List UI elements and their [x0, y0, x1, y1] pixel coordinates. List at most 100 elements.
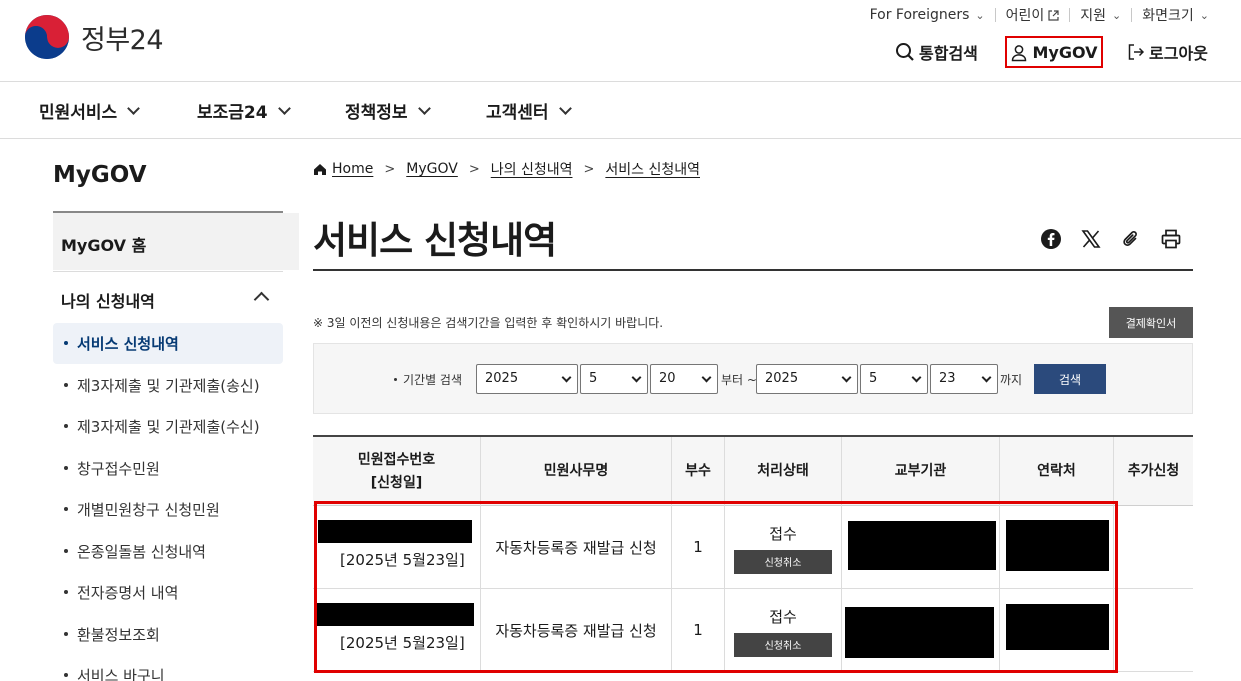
- logo[interactable]: 정부24: [23, 13, 164, 61]
- bullet-icon: [64, 383, 68, 387]
- chevron-down-icon: [417, 101, 431, 115]
- logout-label: 로그아웃: [1149, 44, 1208, 63]
- period-search-box: 기간별 검색 2025 5 20 부터 ~ 2025 5 23 까지 검색: [313, 343, 1193, 414]
- logo-text: 정부24: [81, 24, 164, 56]
- search-button[interactable]: 검색: [1034, 364, 1106, 394]
- chevron-right-icon: >: [384, 161, 396, 177]
- gnb-label: 민원서비스: [39, 103, 118, 123]
- mygov-button[interactable]: MyGOV: [1005, 36, 1103, 68]
- facebook-icon[interactable]: [1040, 228, 1062, 250]
- th-agency: 교부기관: [842, 437, 1000, 506]
- main-navigation: 민원서비스 보조금24 정책정보 고객센터: [0, 82, 1241, 139]
- sidebar-item-mygov-home[interactable]: MyGOV 홈: [53, 213, 299, 270]
- chevron-down-icon: ⌄: [1112, 8, 1122, 22]
- notice-text: ※ 3일 이전의 신청내용은 검색기간을 입력한 후 확인하시기 바랍니다.: [313, 316, 664, 330]
- gnb-customer-center[interactable]: 고객센터: [486, 98, 572, 123]
- page-title: 서비스 신청내역: [313, 219, 557, 262]
- from-month-select[interactable]: 5: [580, 364, 648, 394]
- cell-extra: [1114, 589, 1193, 671]
- sidebar-item-label: 전자증명서 내역: [77, 584, 179, 602]
- chevron-down-icon: ⌄: [975, 8, 985, 22]
- from-year-select[interactable]: 2025: [476, 364, 578, 394]
- chevron-down-icon: [701, 372, 712, 383]
- integrated-search-button[interactable]: 통합검색: [895, 36, 978, 68]
- sidebar-item-label: 서비스 신청내역: [77, 335, 179, 353]
- th-status: 처리상태: [725, 437, 842, 506]
- gnb-label: 고객센터: [486, 103, 549, 123]
- chevron-down-icon: ⌄: [1199, 8, 1209, 22]
- util-label: 어린이: [1005, 8, 1045, 24]
- util-support[interactable]: 지원 ⌄: [1070, 5, 1131, 25]
- payment-receipt-button[interactable]: 결제확인서: [1109, 307, 1193, 338]
- link-clip-icon[interactable]: [1120, 228, 1142, 250]
- th-receipt-no: 민원접수번호 [신청일]: [313, 437, 481, 506]
- taegeuk-logo-icon: [25, 15, 69, 59]
- bullet-icon: [394, 378, 397, 381]
- divider: [313, 269, 1193, 271]
- highlight-box: [314, 501, 1118, 673]
- from-word: 부터 ~: [721, 373, 757, 387]
- sidebar-item-label: 제3자제출 및 기관제출(송신): [77, 377, 260, 395]
- sidebar-item-e-certificates[interactable]: 전자증명서 내역: [62, 582, 178, 603]
- breadcrumb-mygov[interactable]: MyGOV: [406, 161, 458, 177]
- sidebar-item-all-day-care[interactable]: 온종일돌봄 신청내역: [62, 541, 206, 562]
- breadcrumb-service-applications[interactable]: 서비스 신청내역: [605, 159, 700, 179]
- util-label: 화면크기: [1142, 8, 1194, 24]
- chevron-down-icon: [558, 101, 572, 115]
- sidebar-item-third-party-sent[interactable]: 제3자제출 및 기관제출(송신): [62, 375, 260, 396]
- sidebar-item-individual-counter[interactable]: 개별민원창구 신청민원: [62, 499, 220, 520]
- util-font-size[interactable]: 화면크기 ⌄: [1132, 5, 1219, 25]
- mygov-label: MyGOV: [1032, 43, 1098, 62]
- from-day-value: 20: [659, 371, 676, 386]
- chevron-down-icon: [277, 101, 291, 115]
- sidebar-item-service-basket[interactable]: 서비스 바구니: [62, 665, 165, 681]
- from-month-value: 5: [589, 371, 598, 386]
- sidebar-item-counter-applications[interactable]: 창구접수민원: [62, 458, 160, 479]
- home-icon: [314, 163, 326, 175]
- bullet-icon: [64, 590, 68, 594]
- util-label: For Foreigners: [869, 7, 970, 23]
- chevron-up-icon: [253, 291, 270, 308]
- bullet-icon: [64, 549, 68, 553]
- th-service: 민원사무명: [481, 437, 672, 506]
- utility-menu: For Foreigners ⌄ 어린이 지원 ⌄ 화면크기 ⌄: [860, 5, 1219, 25]
- logout-button[interactable]: 로그아웃: [1127, 36, 1208, 68]
- x-twitter-icon[interactable]: [1080, 228, 1102, 250]
- period-search-label: 기간별 검색: [394, 371, 462, 388]
- util-kids[interactable]: 어린이: [996, 5, 1070, 25]
- sidebar-item-refund-info[interactable]: 환불정보조회: [62, 624, 160, 645]
- chevron-down-icon: [981, 372, 992, 383]
- chevron-down-icon: [841, 372, 852, 383]
- site-header: 정부24 For Foreigners ⌄ 어린이 지원 ⌄ 화면크기 ⌄ 통합…: [0, 0, 1241, 82]
- chevron-down-icon: [631, 372, 642, 383]
- gnb-subsidy24[interactable]: 보조금24: [197, 98, 291, 123]
- gnb-policy-info[interactable]: 정책정보: [345, 98, 431, 123]
- chevron-down-icon: [127, 101, 141, 115]
- breadcrumb-home[interactable]: Home: [332, 161, 373, 177]
- chevron-down-icon: [561, 372, 572, 383]
- to-day-select[interactable]: 23: [930, 364, 998, 394]
- sidebar-item-service-applications[interactable]: 서비스 신청내역: [62, 333, 179, 354]
- to-month-select[interactable]: 5: [860, 364, 928, 394]
- search-icon: [896, 43, 914, 61]
- sidebar-title: MyGOV: [53, 162, 147, 188]
- sidebar-group-my-applications[interactable]: 나의 신청내역: [53, 271, 283, 323]
- util-for-foreigners[interactable]: For Foreigners ⌄: [860, 7, 995, 23]
- table-header: 민원접수번호 [신청일] 민원사무명 부수 처리상태 교부기관 연락처 추가신청: [313, 435, 1193, 506]
- print-icon[interactable]: [1160, 228, 1182, 250]
- from-day-select[interactable]: 20: [650, 364, 718, 394]
- sidebar-item-label: 환불정보조회: [77, 626, 160, 644]
- sidebar-item-label: 개별민원창구 신청민원: [77, 501, 220, 519]
- chevron-down-icon: [911, 372, 922, 383]
- breadcrumb-my-applications[interactable]: 나의 신청내역: [491, 159, 573, 179]
- to-year-select[interactable]: 2025: [756, 364, 858, 394]
- bullet-icon: [64, 632, 68, 636]
- chevron-right-icon: >: [468, 161, 480, 177]
- bullet-icon: [64, 507, 68, 511]
- sidebar-item-third-party-received[interactable]: 제3자제출 및 기관제출(수신): [62, 416, 260, 437]
- bullet-icon: [64, 466, 68, 470]
- gnb-label: 보조금24: [197, 103, 268, 123]
- external-link-icon: [1048, 9, 1059, 21]
- period-search-text: 기간별 검색: [403, 373, 463, 387]
- gnb-civil-services[interactable]: 민원서비스: [39, 98, 141, 123]
